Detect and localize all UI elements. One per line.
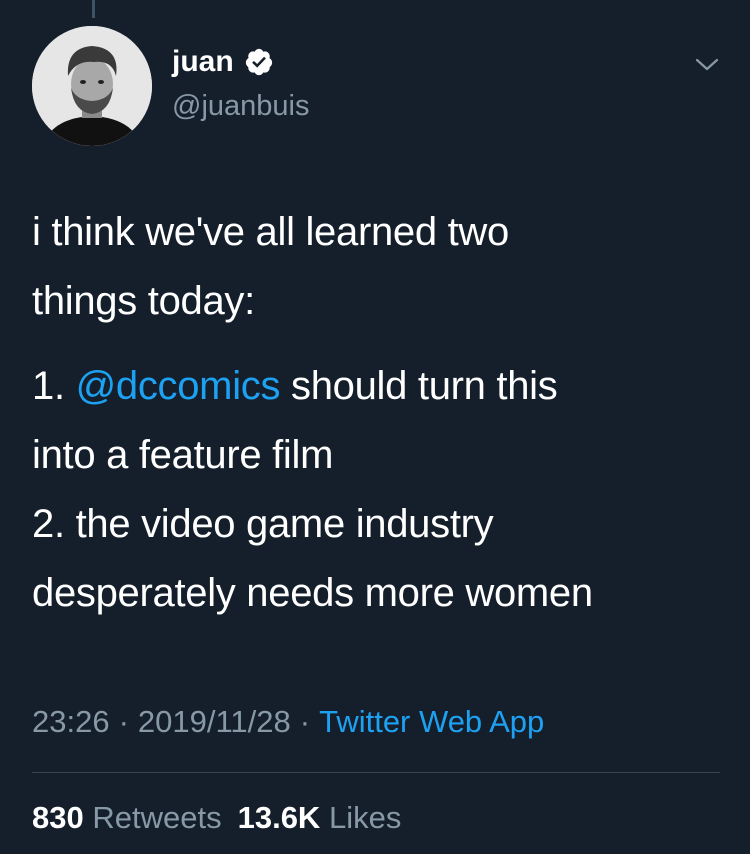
tweet-text: i think we've all learned two things tod… [32, 198, 732, 628]
tweet-text-line: things today: [32, 279, 255, 323]
verified-badge-icon [245, 48, 272, 76]
likes-count: 13.6K [237, 800, 321, 835]
divider [32, 772, 720, 773]
tweet-date[interactable]: 2019/11/28 [138, 704, 291, 739]
tweet-meta: 23:26 · 2019/11/28 · Twitter Web App [32, 698, 544, 746]
list-number: 1. [32, 364, 76, 408]
tweet-source-link[interactable]: Twitter Web App [319, 704, 544, 739]
display-name[interactable]: juan [172, 42, 234, 82]
author-handle[interactable]: @juanbuis [172, 88, 309, 124]
meta-separator: · [118, 704, 129, 739]
retweets-label: Retweets [92, 800, 222, 835]
retweets-count: 830 [32, 800, 84, 835]
meta-separator: · [299, 704, 311, 739]
avatar-image [32, 26, 152, 146]
tweet-text-line: i think we've all learned two [32, 210, 509, 254]
tweet-stats: 830 Retweets 13.6K Likes [32, 794, 401, 842]
tweet-text-line: into a feature film [32, 433, 334, 477]
likes-stat[interactable]: 13.6K Likes [238, 800, 402, 835]
tweet-time[interactable]: 23:26 [32, 704, 110, 739]
mention-link[interactable]: @dccomics [76, 364, 281, 408]
retweets-stat[interactable]: 830 Retweets [32, 800, 222, 835]
likes-label: Likes [328, 800, 402, 835]
thread-connector-line [92, 0, 95, 18]
tweet-text-line: desperately needs more women [32, 571, 593, 615]
chevron-down-icon[interactable] [693, 55, 721, 75]
avatar[interactable] [32, 26, 152, 146]
tweet-list-item-1: 1. @dccomics should turn this [32, 352, 732, 421]
author-name-row[interactable]: juan [172, 42, 274, 82]
tweet-text-fragment: should turn this [280, 364, 558, 408]
tweet-list-item-2: 2. the video game industry [32, 502, 494, 546]
